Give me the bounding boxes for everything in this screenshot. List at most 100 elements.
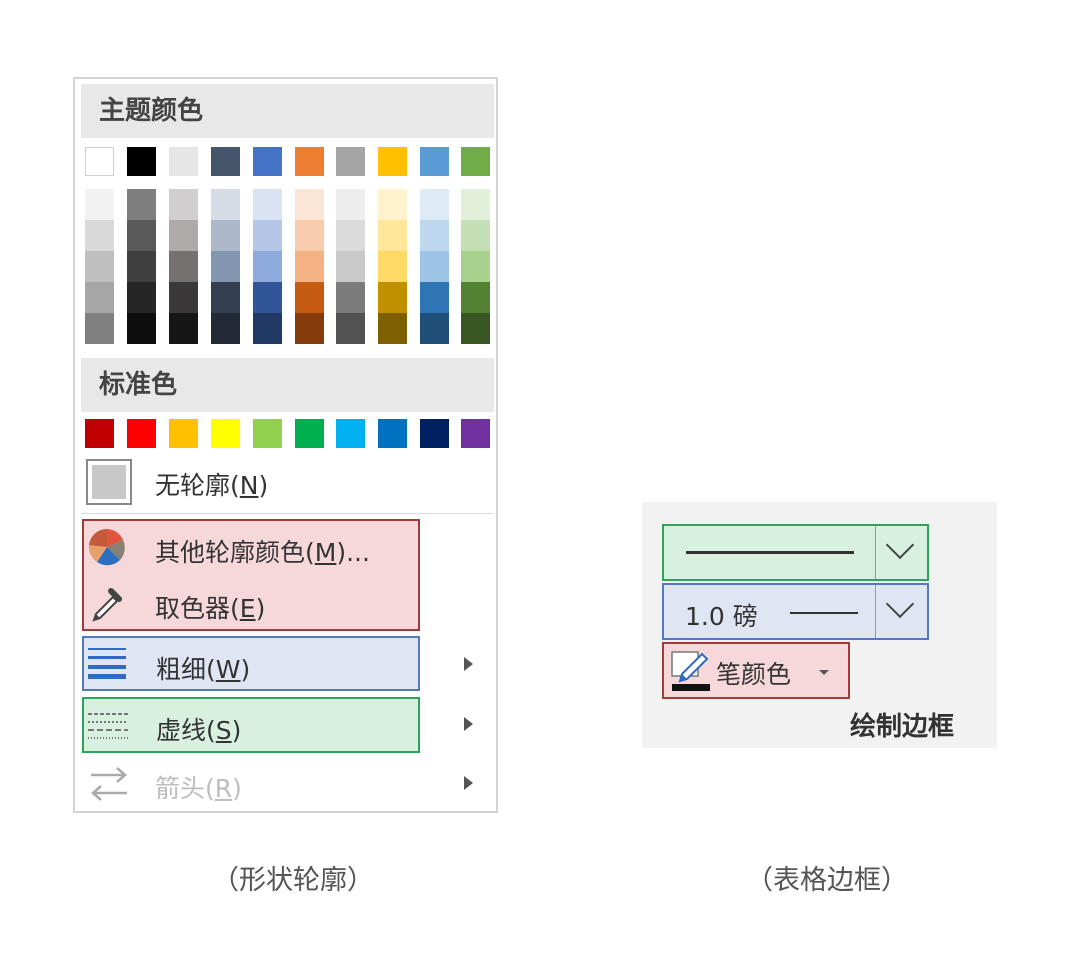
standard-color-swatch[interactable] (461, 419, 490, 448)
dashes-label: 虚线(S) (156, 716, 242, 745)
theme-color-swatch[interactable] (378, 147, 407, 176)
eyedropper-item[interactable]: 取色器(E) (83, 577, 419, 631)
shade-swatch[interactable] (169, 313, 198, 344)
standard-color-swatch[interactable] (169, 419, 198, 448)
standard-color-swatch[interactable] (211, 419, 240, 448)
theme-color-swatch[interactable] (295, 147, 324, 176)
shade-swatch[interactable] (336, 220, 365, 251)
shade-swatch[interactable] (169, 189, 198, 220)
shade-swatch[interactable] (253, 189, 282, 220)
shade-swatch[interactable] (85, 313, 114, 344)
shade-swatch[interactable] (211, 251, 240, 282)
pen-weight-dropdown-button[interactable] (875, 585, 927, 638)
theme-color-swatch[interactable] (461, 147, 490, 176)
weight-line-icon (790, 612, 858, 614)
shade-swatch[interactable] (461, 189, 490, 220)
pen-style-dropdown-button[interactable] (875, 526, 927, 579)
draw-borders-group-label: 绘制边框 (850, 712, 955, 742)
shade-swatch[interactable] (461, 282, 490, 313)
shade-swatch[interactable] (461, 313, 490, 344)
standard-colors-header: 标准色 (81, 358, 494, 412)
shade-swatch[interactable] (461, 251, 490, 282)
theme-colors-header: 主题颜色 (81, 84, 494, 138)
standard-color-swatch[interactable] (336, 419, 365, 448)
shade-swatch[interactable] (169, 251, 198, 282)
standard-color-swatch[interactable] (420, 419, 449, 448)
shade-swatch[interactable] (336, 313, 365, 344)
shade-swatch[interactable] (169, 220, 198, 251)
shade-swatch[interactable] (127, 251, 156, 282)
shade-swatch[interactable] (378, 189, 407, 220)
shade-swatch[interactable] (127, 189, 156, 220)
shade-swatch[interactable] (127, 220, 156, 251)
shade-swatch[interactable] (378, 220, 407, 251)
shade-swatch[interactable] (295, 251, 324, 282)
arrows-label: 箭头(R) (155, 774, 242, 803)
shade-swatch[interactable] (295, 313, 324, 344)
more-outline-colors-item[interactable]: 其他轮廓颜色(M)... (83, 521, 419, 575)
shade-swatch[interactable] (211, 313, 240, 344)
shade-swatch[interactable] (127, 282, 156, 313)
shade-swatch[interactable] (85, 282, 114, 313)
shade-swatch[interactable] (85, 220, 114, 251)
pen-color-button[interactable]: 笔颜色 (662, 642, 850, 699)
arrows-icon (91, 767, 127, 801)
shade-swatch[interactable] (420, 189, 449, 220)
theme-shade-column (461, 189, 490, 344)
no-outline-item[interactable]: 无轮廓(N) (83, 456, 493, 506)
theme-color-swatch[interactable] (85, 147, 114, 176)
shade-swatch[interactable] (295, 189, 324, 220)
dashes-item[interactable]: 虚线(S) (82, 697, 420, 753)
pen-color-icon (671, 651, 710, 691)
weight-item[interactable]: 粗细(W) (82, 636, 420, 691)
theme-color-swatch[interactable] (169, 147, 198, 176)
shade-swatch[interactable] (336, 282, 365, 313)
theme-shade-column (253, 189, 282, 344)
menu-divider (81, 513, 494, 514)
shade-swatch[interactable] (253, 251, 282, 282)
shade-swatch[interactable] (420, 313, 449, 344)
shade-swatch[interactable] (253, 220, 282, 251)
theme-color-swatch[interactable] (336, 147, 365, 176)
pen-style-dropdown[interactable] (662, 524, 929, 581)
dropdown-arrow-icon (819, 670, 829, 675)
shade-swatch[interactable] (336, 251, 365, 282)
standard-color-swatch[interactable] (378, 419, 407, 448)
theme-shade-column (295, 189, 324, 344)
shade-swatch[interactable] (253, 282, 282, 313)
line-weight-icon (88, 648, 126, 679)
shade-swatch[interactable] (211, 189, 240, 220)
shade-swatch[interactable] (420, 220, 449, 251)
shade-swatch[interactable] (211, 220, 240, 251)
shade-swatch[interactable] (378, 313, 407, 344)
draw-borders-panel: 1.0 磅 笔颜色 绘制边框 (642, 502, 997, 748)
shade-swatch[interactable] (85, 251, 114, 282)
shade-swatch[interactable] (378, 251, 407, 282)
shade-swatch[interactable] (336, 189, 365, 220)
theme-color-swatch[interactable] (253, 147, 282, 176)
shade-swatch[interactable] (420, 282, 449, 313)
shape-outline-caption: （形状轮廓） (212, 865, 374, 896)
standard-color-swatch[interactable] (127, 419, 156, 448)
theme-color-swatch[interactable] (211, 147, 240, 176)
shade-swatch[interactable] (253, 313, 282, 344)
shade-swatch[interactable] (295, 220, 324, 251)
standard-color-swatch[interactable] (85, 419, 114, 448)
no-outline-icon (86, 459, 132, 505)
theme-color-swatch[interactable] (127, 147, 156, 176)
theme-shade-column (420, 189, 449, 344)
arrows-item[interactable]: 箭头(R) (83, 759, 419, 811)
theme-color-swatch[interactable] (420, 147, 449, 176)
shade-swatch[interactable] (378, 282, 407, 313)
shade-swatch[interactable] (169, 282, 198, 313)
shade-swatch[interactable] (211, 282, 240, 313)
shade-swatch[interactable] (127, 313, 156, 344)
shade-swatch[interactable] (461, 220, 490, 251)
pen-weight-dropdown[interactable]: 1.0 磅 (662, 583, 929, 640)
shade-swatch[interactable] (85, 189, 114, 220)
shade-swatch[interactable] (420, 251, 449, 282)
shade-swatch[interactable] (295, 282, 324, 313)
solid-line-icon (686, 551, 854, 554)
standard-color-swatch[interactable] (253, 419, 282, 448)
standard-color-swatch[interactable] (295, 419, 324, 448)
